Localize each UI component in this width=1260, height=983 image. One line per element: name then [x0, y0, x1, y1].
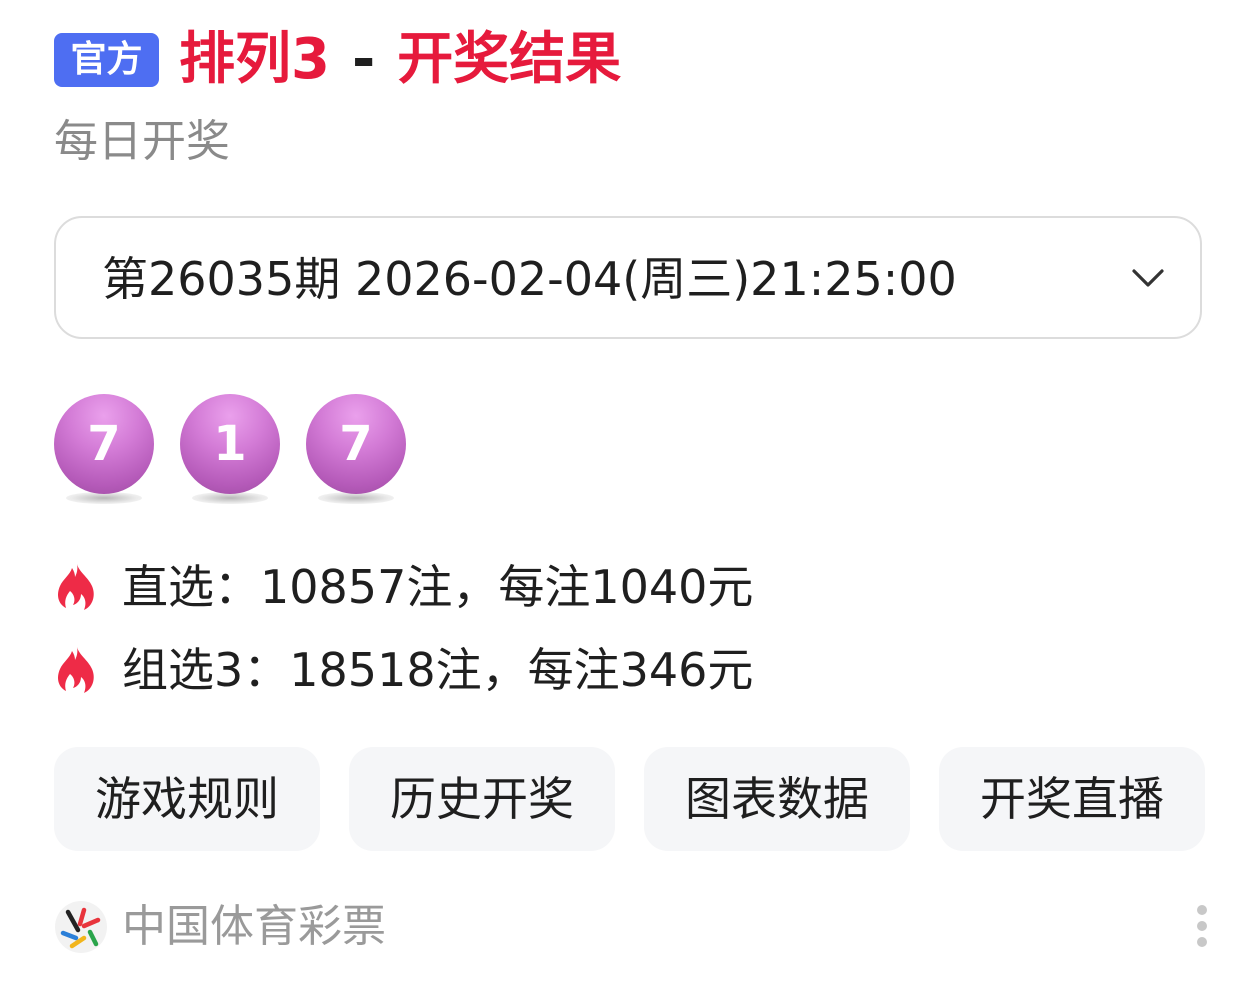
title-game-name[interactable]: 排列3	[179, 24, 330, 96]
fire-icon	[58, 647, 94, 693]
game-rules-button[interactable]: 游戏规则	[54, 747, 320, 851]
number-ball-value: 7	[54, 394, 154, 494]
winning-numbers: 7 1 7	[54, 394, 454, 514]
prize-line-group3: 组选3：18518注，每注346元	[54, 640, 753, 700]
source-label: 中国体育彩票	[122, 901, 386, 952]
more-vertical-icon[interactable]	[1190, 905, 1214, 953]
number-ball: 1	[180, 394, 280, 512]
lottery-result-card: 官方 排列3 - 开奖结果 每日开奖 第26035期 2026-02-04(周三…	[0, 0, 1260, 983]
title-result-label[interactable]: 开奖结果	[397, 24, 621, 96]
official-badge: 官方	[54, 33, 159, 87]
prize-line-direct: 直选：10857注，每注1040元	[54, 557, 753, 617]
number-ball-value: 1	[180, 394, 280, 494]
number-ball: 7	[306, 394, 406, 512]
prize-direct-text: 直选：10857注，每注1040元	[122, 560, 754, 614]
chevron-down-icon	[1132, 269, 1164, 287]
number-ball: 7	[54, 394, 154, 512]
live-draw-button[interactable]: 开奖直播	[939, 747, 1205, 851]
source-footer[interactable]: 中国体育彩票	[54, 895, 386, 959]
china-sports-lottery-logo	[55, 901, 107, 953]
issue-select-value: 第26035期 2026-02-04(周三)21:25:00	[102, 252, 957, 306]
history-draws-button[interactable]: 历史开奖	[349, 747, 615, 851]
title-separator: -	[351, 27, 376, 92]
draw-frequency: 每日开奖	[54, 116, 230, 167]
prize-group3-text: 组选3：18518注，每注346元	[122, 643, 754, 697]
issue-select[interactable]: 第26035期 2026-02-04(周三)21:25:00	[54, 216, 1202, 339]
action-buttons: 游戏规则 历史开奖 图表数据 开奖直播	[54, 747, 1206, 851]
title-row: 官方 排列3 - 开奖结果	[54, 24, 621, 96]
number-ball-value: 7	[306, 394, 406, 494]
chart-data-button[interactable]: 图表数据	[644, 747, 910, 851]
fire-icon	[58, 564, 94, 610]
